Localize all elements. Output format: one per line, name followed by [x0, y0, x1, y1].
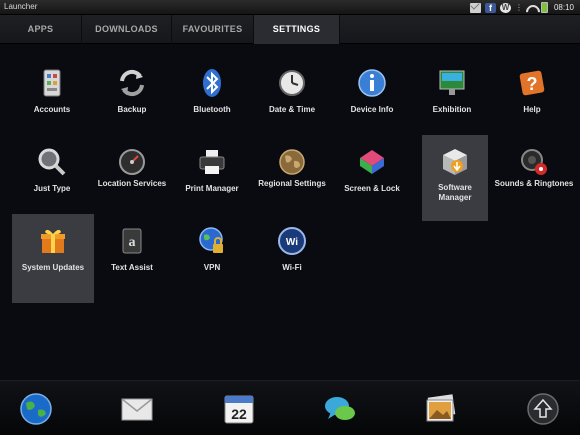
- speaker-icon: [521, 149, 547, 175]
- software-box-icon: [443, 149, 467, 175]
- printer-icon: [199, 150, 225, 174]
- text-assist-icon: a: [122, 228, 142, 254]
- bluetooth-icon: [203, 69, 221, 97]
- info-icon: [358, 69, 386, 97]
- settings-item-label: Regional Settings: [258, 179, 326, 188]
- settings-item-label: Screen & Lock: [344, 184, 400, 193]
- settings-item-bluetooth[interactable]: Bluetooth: [172, 56, 252, 144]
- mail-icon[interactable]: [469, 2, 481, 13]
- globe-icon: [279, 149, 305, 175]
- gift-box-icon: [41, 229, 65, 253]
- wordpress-icon[interactable]: W: [499, 2, 511, 13]
- settings-item-accounts[interactable]: Accounts: [12, 56, 92, 144]
- settings-item-label: Bluetooth: [193, 105, 231, 114]
- status-icons: f W ⋮ 08:10: [469, 1, 574, 14]
- color-cube-icon: [360, 150, 384, 174]
- tab-downloads[interactable]: DOWNLOADS: [82, 15, 172, 44]
- settings-item-label: Location Services: [97, 179, 167, 188]
- settings-item-screen-lock[interactable]: Screen & Lock: [332, 135, 412, 223]
- svg-text:a: a: [129, 235, 136, 250]
- settings-item-wifi[interactable]: Wi Wi-Fi: [252, 214, 332, 302]
- calendar-icon[interactable]: 22: [220, 390, 258, 428]
- settings-item-label: Wi-Fi: [282, 263, 302, 272]
- settings-item-label: Backup: [117, 105, 147, 114]
- settings-item-label: Help: [523, 105, 541, 114]
- settings-item-label: System Updates: [21, 263, 85, 272]
- tab-bar: APPS DOWNLOADS FAVOURITES SETTINGS: [0, 15, 580, 44]
- vpn-lock-icon: [199, 227, 223, 253]
- settings-item-label: Date & Time: [268, 105, 316, 114]
- settings-item-exhibition[interactable]: Exhibition: [412, 56, 492, 144]
- backup-icon: [120, 69, 144, 97]
- tab-apps[interactable]: APPS: [0, 15, 82, 44]
- app-dock: 22: [0, 380, 580, 435]
- settings-item-date-time[interactable]: Date & Time: [252, 56, 332, 144]
- svg-text:Wi: Wi: [286, 237, 298, 248]
- settings-item-label: VPN: [203, 263, 221, 272]
- settings-item-label: Text Assist: [111, 263, 153, 272]
- launcher-arrow-icon[interactable]: [524, 390, 562, 428]
- settings-item-label: Sounds & Ringtones: [494, 179, 574, 188]
- clock-icon: [279, 70, 305, 96]
- battery-icon[interactable]: [540, 2, 548, 13]
- settings-item-label: Print Manager: [185, 184, 239, 193]
- settings-item-label: Software Manager: [438, 183, 472, 202]
- clock[interactable]: 08:10: [554, 3, 574, 12]
- settings-item-just-type[interactable]: Just Type: [12, 135, 92, 223]
- status-bar: Launcher f W ⋮ 08:10: [0, 0, 580, 15]
- settings-item-location-services[interactable]: Location Services: [92, 135, 172, 223]
- chat-bubbles-icon[interactable]: [321, 390, 359, 428]
- magnifier-icon: [38, 148, 66, 176]
- svg-text:?: ?: [527, 74, 538, 94]
- facebook-icon[interactable]: f: [484, 2, 496, 13]
- settings-item-label: Just Type: [33, 184, 71, 193]
- settings-item-device-info[interactable]: Device Info: [332, 56, 412, 144]
- wifi-settings-icon: Wi: [278, 227, 306, 255]
- settings-item-label: Exhibition: [432, 105, 472, 114]
- gauge-icon: [119, 149, 145, 175]
- settings-item-label: Device Info: [350, 105, 394, 114]
- tab-favourites[interactable]: FAVOURITES: [172, 15, 254, 44]
- calendar-date: 22: [231, 406, 247, 422]
- settings-item-backup[interactable]: Backup: [92, 56, 172, 144]
- settings-item-vpn[interactable]: VPN: [172, 214, 252, 302]
- globe-icon[interactable]: [17, 390, 55, 428]
- settings-item-sounds-ringtones[interactable]: Sounds & Ringtones: [494, 135, 574, 223]
- settings-item-help[interactable]: ? Help: [492, 56, 572, 144]
- settings-item-label: Accounts: [33, 105, 71, 114]
- settings-item-print-manager[interactable]: Print Manager: [172, 135, 252, 223]
- tab-settings[interactable]: SETTINGS: [254, 15, 340, 44]
- wifi-icon[interactable]: [525, 3, 537, 13]
- app-title: Launcher: [4, 2, 38, 11]
- exhibition-icon: [439, 70, 465, 95]
- more-icon[interactable]: ⋮: [515, 3, 523, 13]
- envelope-icon[interactable]: [118, 390, 156, 428]
- help-icon: ?: [519, 70, 545, 96]
- settings-item-software-manager[interactable]: Software Manager: [422, 135, 488, 221]
- accounts-icon: [43, 69, 61, 97]
- photos-icon[interactable]: [422, 390, 460, 428]
- settings-item-regional-settings[interactable]: Regional Settings: [252, 135, 332, 223]
- settings-item-text-assist[interactable]: a Text Assist: [92, 214, 172, 302]
- settings-item-system-updates[interactable]: System Updates: [12, 214, 94, 303]
